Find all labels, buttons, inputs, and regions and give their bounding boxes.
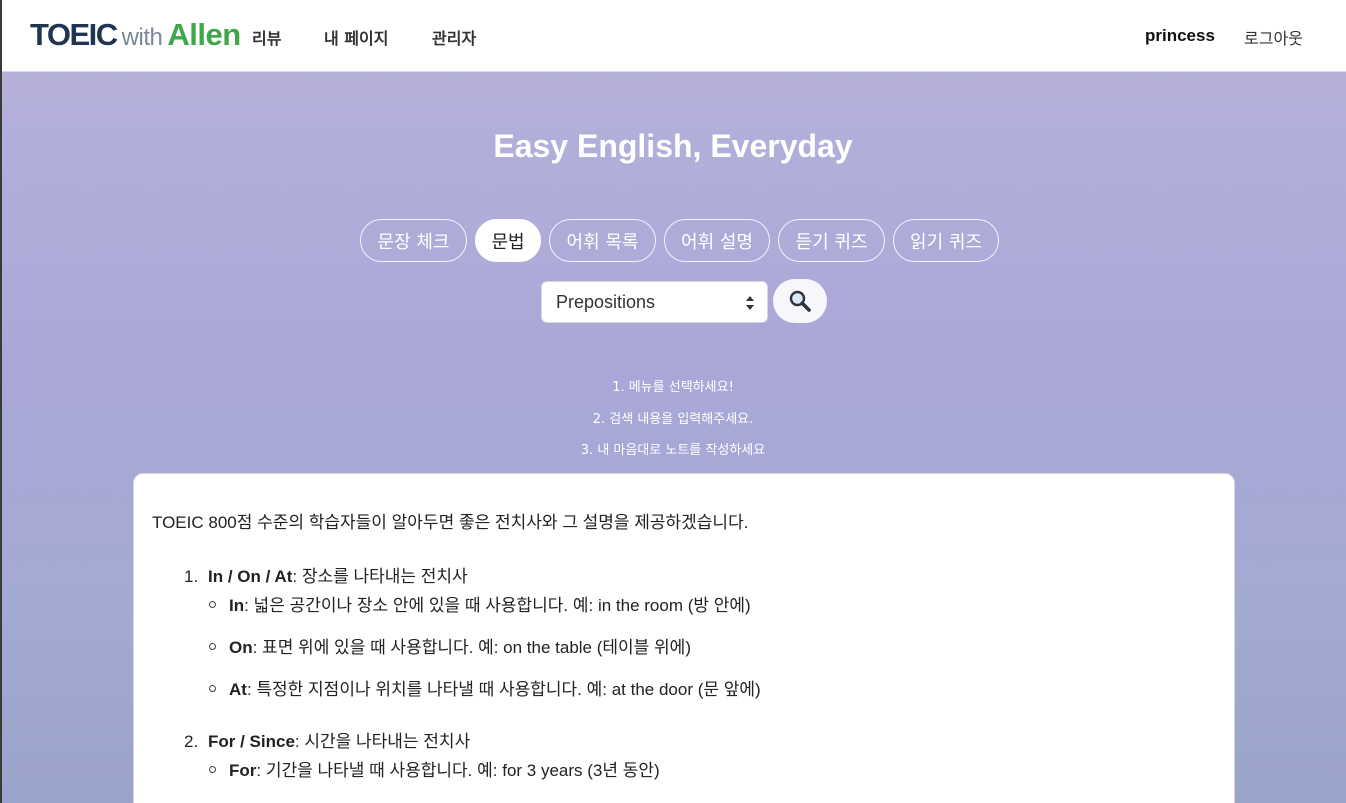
- topic-select[interactable]: Prepositions: [541, 281, 768, 323]
- brand-toeic: TOEIC: [30, 17, 118, 52]
- bullet-text: : 넓은 공간이나 장소 안에 있을 때 사용합니다. 예: in the ro…: [244, 596, 751, 615]
- logout-link[interactable]: 로그아웃: [1244, 25, 1303, 49]
- circle-bullet-icon: [209, 643, 216, 651]
- menu-tabs: 문장 체크 문법 어휘 목록 어휘 설명 듣기 퀴즈 읽기 퀴즈: [360, 219, 1007, 262]
- magnifier-icon: [789, 290, 811, 312]
- select-arrows-icon: [746, 296, 754, 310]
- list-bullet: At: 특정한 지점이나 위치를 나타낼 때 사용합니다. 예: at the …: [209, 675, 761, 700]
- brand-with: with: [121, 24, 163, 51]
- bullet-text: : 표면 위에 있을 때 사용합니다. 예: on the table (테이블…: [252, 638, 691, 657]
- item-desc: : 시간을 나타내는 전치사: [294, 732, 471, 751]
- tab-sentence-check[interactable]: 문장 체크: [360, 219, 467, 262]
- bullet-term: In: [229, 596, 245, 615]
- tab-listening-quiz[interactable]: 듣기 퀴즈: [778, 219, 885, 262]
- item-desc: : 장소를 나타내는 전치사: [292, 567, 468, 586]
- search-button[interactable]: [773, 279, 827, 323]
- item-number: 2.: [184, 732, 199, 751]
- brand-logo[interactable]: TOEIC with Allen: [30, 17, 241, 57]
- bullet-text: : 특정한 지점이나 위치를 나타낼 때 사용합니다. 예: at the do…: [246, 680, 761, 699]
- item-term: In / On / At: [208, 567, 293, 586]
- item-number: 1.: [184, 567, 199, 586]
- list-item-heading: 2. For / Since: 시간을 나타내는 전치사: [184, 727, 470, 752]
- tab-vocab-list[interactable]: 어휘 목록: [549, 219, 656, 262]
- tab-grammar[interactable]: 문법: [475, 219, 541, 262]
- username: princess: [1145, 26, 1215, 45]
- bullet-term: At: [229, 680, 247, 699]
- instruction-steps: 1. 메뉴를 선택하세요! 2. 검색 내용을 입력해주세요. 3. 내 마음대…: [0, 378, 1346, 473]
- step-3: 3. 내 마음대로 노트를 작성하세요: [580, 443, 766, 458]
- nav-link-review[interactable]: 리뷰: [252, 25, 281, 49]
- tab-reading-quiz[interactable]: 읽기 퀴즈: [893, 219, 999, 262]
- bullet-term: On: [229, 638, 253, 657]
- circle-bullet-icon: [209, 766, 216, 774]
- brand-allen: Allen: [167, 17, 241, 52]
- list-bullet: On: 표면 위에 있을 때 사용합니다. 예: on the table (테…: [209, 633, 691, 658]
- hero-title: Easy English, Everyday: [493, 128, 853, 164]
- tab-vocab-explain[interactable]: 어휘 설명: [664, 219, 770, 262]
- nav-link-admin[interactable]: 관리자: [432, 25, 476, 49]
- list-bullet: For: 기간을 나타낼 때 사용합니다. 예: for 3 years (3년…: [209, 756, 660, 781]
- bullet-term: For: [229, 761, 257, 780]
- intro-text: TOEIC 800점 수준의 학습자들이 알아두면 좋은 전치사와 그 설명을 …: [152, 513, 749, 532]
- list-item-heading: 1. In / On / At: 장소를 나타내는 전치사: [184, 562, 468, 587]
- circle-bullet-icon: [209, 685, 216, 693]
- circle-bullet-icon: [209, 601, 216, 609]
- top-navbar: TOEIC with Allen 리뷰 내 페이지 관리자 princess 로…: [2, 0, 1346, 72]
- step-2: 2. 검색 내용을 입력해주세요.: [592, 411, 754, 427]
- nav-link-mypage[interactable]: 내 페이지: [324, 25, 388, 49]
- list-bullet: In: 넓은 공간이나 장소 안에 있을 때 사용합니다. 예: in the …: [209, 591, 751, 616]
- step-1: 1. 메뉴를 선택하세요!: [612, 380, 734, 395]
- topic-select-value: Prepositions: [556, 291, 656, 312]
- bullet-text: : 기간을 나타낼 때 사용합니다. 예: for 3 years (3년 동안…: [256, 761, 660, 780]
- item-term: For / Since: [208, 732, 295, 751]
- result-card: TOEIC 800점 수준의 학습자들이 알아두면 좋은 전치사와 그 설명을 …: [133, 473, 1235, 803]
